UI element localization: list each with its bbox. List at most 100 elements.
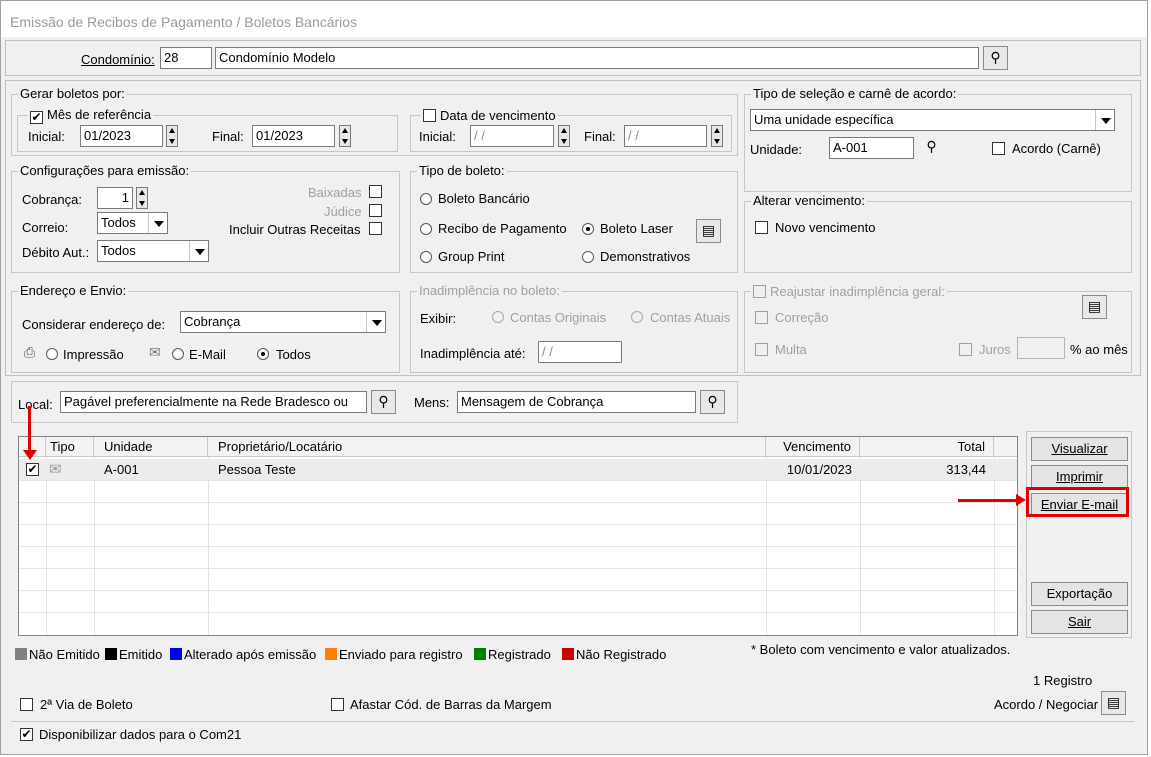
judice-checkbox[interactable] — [369, 204, 382, 217]
condominio-name-input[interactable]: Condomínio Modelo — [215, 47, 979, 69]
email-radio[interactable] — [172, 348, 184, 360]
cobranca-spinner[interactable] — [136, 187, 148, 209]
annotation-arrow-head — [1016, 494, 1026, 506]
annotation-arrow-head — [23, 450, 37, 460]
correcao-checkbox[interactable] — [755, 311, 768, 324]
header-vencimento[interactable]: Vencimento — [766, 437, 860, 457]
imprimir-button[interactable]: Imprimir — [1031, 465, 1128, 489]
exportacao-button[interactable]: Exportação — [1031, 582, 1128, 606]
settings-icon[interactable]: ▤ — [696, 219, 721, 243]
visualizar-button[interactable]: Visualizar — [1031, 437, 1128, 461]
afastar-checkbox[interactable] — [331, 698, 344, 711]
data-vencimento-checkbox[interactable] — [423, 109, 436, 122]
reajustar-checkbox[interactable] — [753, 285, 766, 298]
table-row[interactable]: ✔ ✉ A-001 Pessoa Teste 10/01/2023 313,44 — [19, 459, 1017, 481]
main-window: Emissão de Recibos de Pagamento / Boleto… — [0, 0, 1148, 755]
settings-icon[interactable]: ▤ — [1101, 691, 1126, 715]
group-print-radio[interactable] — [420, 251, 432, 263]
juros-checkbox[interactable] — [959, 343, 972, 356]
boleto-laser-label: Boleto Laser — [600, 221, 673, 236]
outras-receitas-label: Incluir Outras Receitas — [229, 222, 361, 237]
endereco-group: Endereço e Envio: Considerar endereço de… — [11, 283, 400, 373]
tipo-selecao-select[interactable]: Uma unidade específica — [750, 109, 1115, 131]
judice-label: Júdice — [324, 204, 362, 219]
condominio-code-input[interactable]: 28 — [160, 47, 212, 69]
status-label: Emitido — [119, 647, 163, 662]
annotation-highlight-box — [1026, 487, 1129, 517]
binoculars-icon[interactable]: ⚲ — [919, 136, 944, 160]
sair-button[interactable]: Sair — [1031, 610, 1128, 634]
cobranca-label: Cobrança: — [22, 192, 82, 207]
header-total[interactable]: Total — [860, 437, 994, 457]
settings-icon[interactable]: ▤ — [1082, 295, 1107, 319]
envelope-icon: ✉ — [49, 461, 62, 478]
juros-input[interactable] — [1017, 337, 1065, 359]
chevron-down-icon — [189, 241, 208, 261]
considerar-select[interactable]: Cobrança — [180, 311, 386, 333]
correcao-label: Correção — [775, 310, 829, 325]
tipo-selecao-legend: Tipo de seleção e carnê de acordo: — [751, 86, 959, 101]
reajustar-group: Reajustar inadimplência geral: ▤ Correçã… — [744, 283, 1132, 373]
multa-checkbox[interactable] — [755, 343, 768, 356]
boleto-bancario-radio[interactable] — [420, 193, 432, 205]
row-vencimento: 10/01/2023 — [786, 462, 852, 477]
mes-inicial-input[interactable]: 01/2023 — [80, 125, 163, 147]
boleto-laser-radio[interactable] — [582, 223, 594, 235]
com21-checkbox[interactable]: ✔ — [20, 728, 33, 741]
outras-receitas-checkbox[interactable] — [369, 222, 382, 235]
mens-input[interactable]: Mensagem de Cobrança — [457, 391, 696, 413]
boletos-table[interactable]: Tipo Unidade Proprietário/Locatário Venc… — [18, 436, 1018, 636]
binoculars-icon[interactable]: ⚲ — [983, 46, 1008, 70]
debito-select[interactable]: Todos — [97, 240, 209, 262]
impressao-radio[interactable] — [46, 348, 58, 360]
correio-select[interactable]: Todos — [97, 212, 168, 234]
local-mens-group: Local: Pagável preferencialmente na Rede… — [11, 381, 738, 423]
unidade-input[interactable]: A-001 — [829, 137, 914, 159]
binoculars-icon[interactable]: ⚲ — [700, 390, 725, 414]
data-vencimento-group: Data de vencimento Inicial: / / Final: /… — [410, 107, 732, 152]
binoculars-icon[interactable]: ⚲ — [371, 390, 396, 414]
status-swatch — [325, 648, 337, 660]
venc-inicial-spinner[interactable] — [558, 125, 570, 147]
status-label: Enviado para registro — [339, 647, 463, 662]
baixadas-checkbox[interactable] — [369, 185, 382, 198]
status-label: Não Registrado — [576, 647, 667, 662]
local-input[interactable]: Pagável preferencialmente na Rede Brades… — [60, 391, 367, 413]
segunda-via-checkbox[interactable] — [20, 698, 33, 711]
group-print-label: Group Print — [438, 249, 505, 264]
recibo-pagamento-radio[interactable] — [420, 223, 432, 235]
actions-panel: Visualizar Imprimir Enviar E-mail Export… — [1026, 431, 1132, 638]
venc-inicial-input[interactable]: / / — [470, 125, 554, 147]
com21-label: Disponibilizar dados para o Com21 — [39, 727, 242, 742]
contas-atuais-radio[interactable] — [631, 311, 643, 323]
status-label: Alterado após emissão — [184, 647, 317, 662]
row-select-checkbox[interactable]: ✔ — [26, 463, 39, 476]
chevron-down-icon — [148, 213, 167, 233]
mes-final-input[interactable]: 01/2023 — [252, 125, 335, 147]
considerar-label: Considerar endereço de: — [22, 317, 166, 332]
inadimplencia-ate-input[interactable]: / / — [538, 341, 622, 363]
annotation-arrow-line — [28, 406, 31, 452]
mes-inicial-spinner[interactable] — [166, 125, 178, 147]
mes-final-spinner[interactable] — [339, 125, 351, 147]
demonstrativos-radio[interactable] — [582, 251, 594, 263]
venc-final-input[interactable]: / / — [624, 125, 707, 147]
cobranca-input[interactable]: 1 — [97, 187, 133, 209]
alterar-vencimento-group: Alterar vencimento: Novo vencimento — [744, 193, 1132, 273]
baixadas-label: Baixadas — [308, 185, 362, 200]
header-unidade[interactable]: Unidade — [94, 437, 208, 457]
impressao-label: Impressão — [63, 347, 124, 362]
venc-final-spinner[interactable] — [711, 125, 723, 147]
contas-atuais-label: Contas Atuais — [650, 310, 731, 325]
novo-vencimento-checkbox[interactable] — [755, 221, 768, 234]
todos-radio[interactable] — [257, 348, 269, 360]
mes-referencia-label: Mês de referência — [47, 107, 152, 122]
header-proprietario[interactable]: Proprietário/Locatário — [208, 437, 766, 457]
venc-final-label: Final: — [584, 129, 616, 144]
debito-value: Todos — [101, 243, 136, 258]
mes-referencia-checkbox[interactable]: ✔ — [30, 111, 43, 124]
header-tipo[interactable]: Tipo — [46, 437, 94, 457]
acordo-carne-checkbox[interactable] — [992, 142, 1005, 155]
contas-originais-radio[interactable] — [492, 311, 504, 323]
segunda-via-label: 2ª Via de Boleto — [40, 697, 133, 712]
